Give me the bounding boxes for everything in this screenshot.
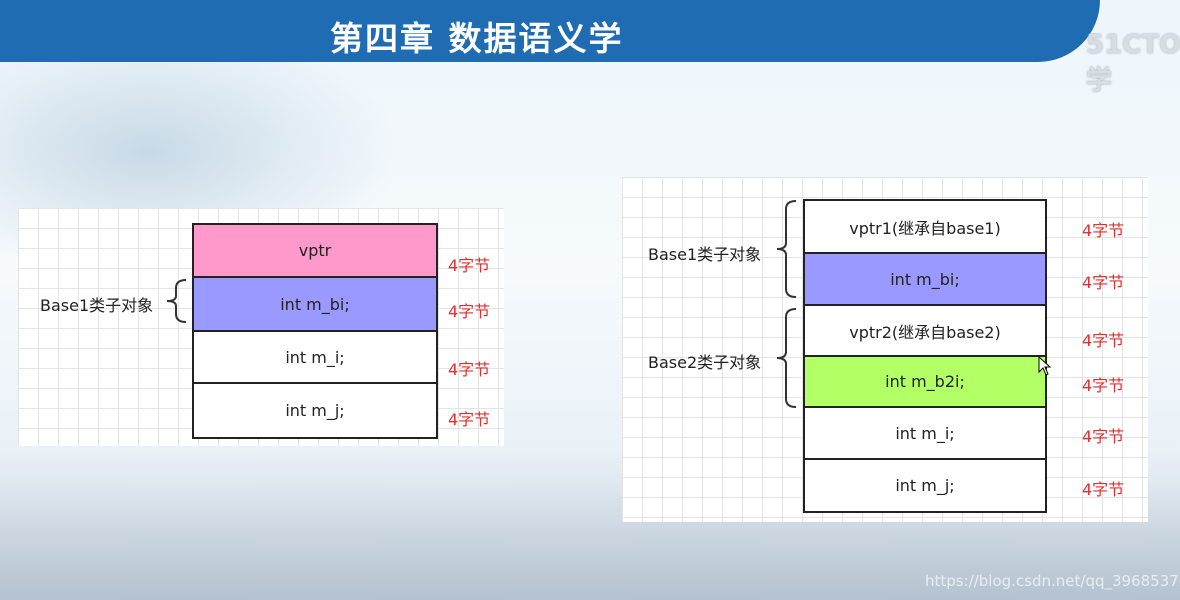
size-label: 4字节 bbox=[1082, 273, 1125, 292]
layout-cell-m-j: int m_j; bbox=[192, 382, 438, 439]
watermark-url: https://blog.csdn.net/qq_39685372 bbox=[925, 572, 1180, 590]
layout-cell-m-i: int m_i; bbox=[192, 330, 438, 384]
title-banner: 第四章 数据语义学 bbox=[0, 0, 1100, 62]
brace-icon bbox=[776, 200, 797, 298]
size-label: 4字节 bbox=[448, 256, 491, 275]
layout-cell-vptr2: vptr2(继承自base2) bbox=[803, 304, 1047, 357]
size-label: 4字节 bbox=[1082, 376, 1125, 395]
size-label: 4字节 bbox=[448, 302, 491, 321]
slide-title: 第四章 数据语义学 bbox=[330, 19, 624, 58]
size-label: 4字节 bbox=[448, 410, 491, 429]
memory-layout-left: vptr int m_bi; int m_i; int m_j; 4字节 4字节… bbox=[18, 208, 504, 446]
memory-layout-right: vptr1(继承自base1) int m_bi; vptr2(继承自base2… bbox=[622, 177, 1148, 522]
layout-cell-m-bi: int m_bi; bbox=[192, 276, 438, 332]
group-label-base1: Base1类子对象 bbox=[648, 245, 762, 264]
size-label: 4字节 bbox=[1082, 427, 1125, 446]
size-label: 4字节 bbox=[1082, 480, 1125, 499]
size-label: 4字节 bbox=[448, 360, 491, 379]
layout-cell-vptr1: vptr1(继承自base1) bbox=[803, 199, 1047, 254]
layout-cell-m-b2i: int m_b2i; bbox=[803, 355, 1047, 408]
layout-cell-m-bi: int m_bi; bbox=[803, 252, 1047, 306]
brace-icon bbox=[776, 308, 797, 408]
size-label: 4字节 bbox=[1082, 331, 1125, 350]
size-label: 4字节 bbox=[1082, 221, 1125, 240]
layout-cell-m-i: int m_i; bbox=[803, 406, 1047, 460]
layout-cell-vptr: vptr bbox=[192, 223, 438, 278]
group-label-base1: Base1类子对象 bbox=[40, 296, 154, 315]
layout-cell-m-j: int m_j; bbox=[803, 458, 1047, 513]
brace-icon bbox=[166, 279, 187, 323]
brand-logo: 51CTO学 bbox=[1086, 30, 1180, 96]
group-label-base2: Base2类子对象 bbox=[648, 353, 762, 372]
mouse-cursor-icon bbox=[1038, 356, 1052, 376]
